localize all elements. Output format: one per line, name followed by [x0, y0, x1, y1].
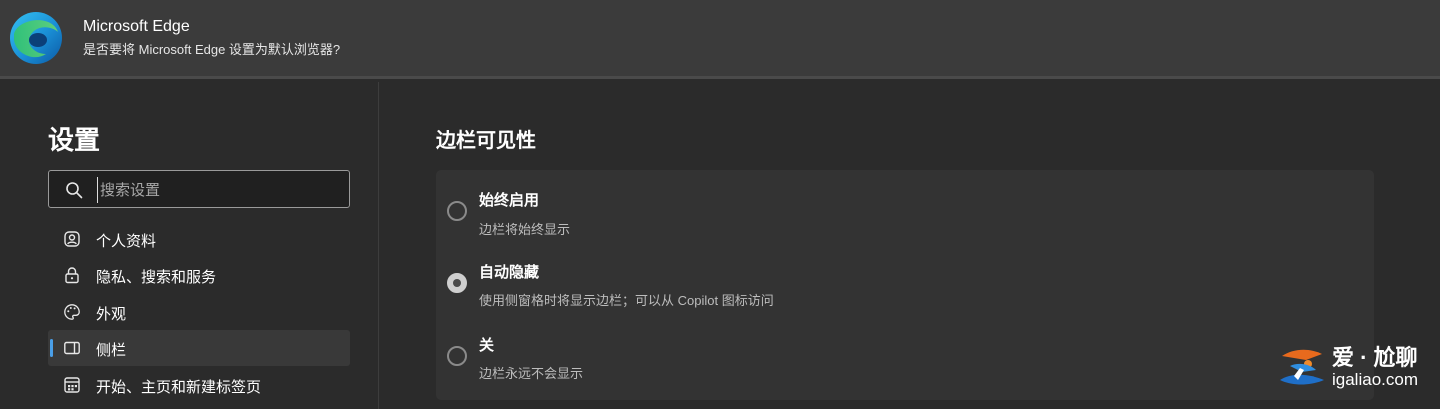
sidebar-item-start-home[interactable]: 开始、主页和新建标签页 [48, 367, 350, 403]
sidebar-icon [64, 341, 80, 355]
watermark: 爱 · 尬聊 igaliao.com [1276, 336, 1436, 396]
option-description: 边栏将始终显示 [479, 222, 571, 237]
settings-sidebar: 设置 个人资料 隐私、搜索和服务 外观 [0, 82, 379, 409]
active-indicator [50, 339, 53, 357]
sidebar-item-privacy[interactable]: 隐私、搜索和服务 [48, 257, 350, 293]
radio-button-selected[interactable] [447, 273, 467, 293]
search-box[interactable] [48, 170, 350, 208]
sidebar-item-label: 开始、主页和新建标签页 [96, 379, 262, 396]
sidebar-item-profile[interactable]: 个人资料 [48, 221, 350, 257]
banner-title: Microsoft Edge [83, 18, 190, 35]
section-title: 边栏可见性 [436, 130, 536, 152]
option-description: 使用侧窗格时将显示边栏；可以从 Copilot 图标访问 [479, 293, 774, 308]
sidebar-item-label: 外观 [96, 306, 127, 323]
default-browser-banner: Microsoft Edge 是否要将 Microsoft Edge 设置为默认… [0, 0, 1440, 79]
watermark-url: igaliao.com [1332, 370, 1418, 389]
option-description: 边栏永远不会显示 [479, 366, 584, 381]
watermark-logo-icon [1280, 349, 1324, 385]
edge-logo-icon [10, 12, 62, 64]
sidebar-item-label: 个人资料 [96, 233, 157, 250]
radio-button[interactable] [447, 201, 467, 221]
sidebar-item-label: 侧栏 [96, 342, 127, 359]
option-title: 自动隐藏 [479, 264, 540, 281]
profile-icon [64, 231, 80, 247]
sidebar-item-sidebar[interactable]: 侧栏 [48, 330, 350, 366]
option-auto-hide[interactable]: 自动隐藏 使用侧窗格时将显示边栏；可以从 Copilot 图标访问 [436, 243, 1374, 315]
lock-icon [65, 267, 79, 284]
search-icon [66, 182, 83, 199]
settings-title: 设置 [48, 125, 101, 155]
option-title: 始终启用 [479, 192, 540, 209]
sidebar-visibility-card: 始终启用 边栏将始终显示 自动隐藏 使用侧窗格时将显示边栏；可以从 Copilo… [436, 170, 1374, 400]
sidebar-item-appearance[interactable]: 外观 [48, 294, 350, 330]
option-title: 关 [479, 337, 495, 354]
sidebar-item-label: 隐私、搜索和服务 [96, 269, 217, 286]
search-input[interactable] [97, 177, 342, 203]
radio-button[interactable] [447, 346, 467, 366]
banner-subtitle[interactable]: 是否要将 Microsoft Edge 设置为默认浏览器? [83, 39, 340, 58]
home-grid-icon [64, 377, 80, 393]
option-off[interactable]: 关 边栏永远不会显示 [436, 316, 1374, 388]
palette-icon [64, 304, 80, 320]
watermark-text: 爱 · 尬聊 [1332, 345, 1418, 370]
option-always-on[interactable]: 始终启用 边栏将始终显示 [436, 170, 1374, 242]
